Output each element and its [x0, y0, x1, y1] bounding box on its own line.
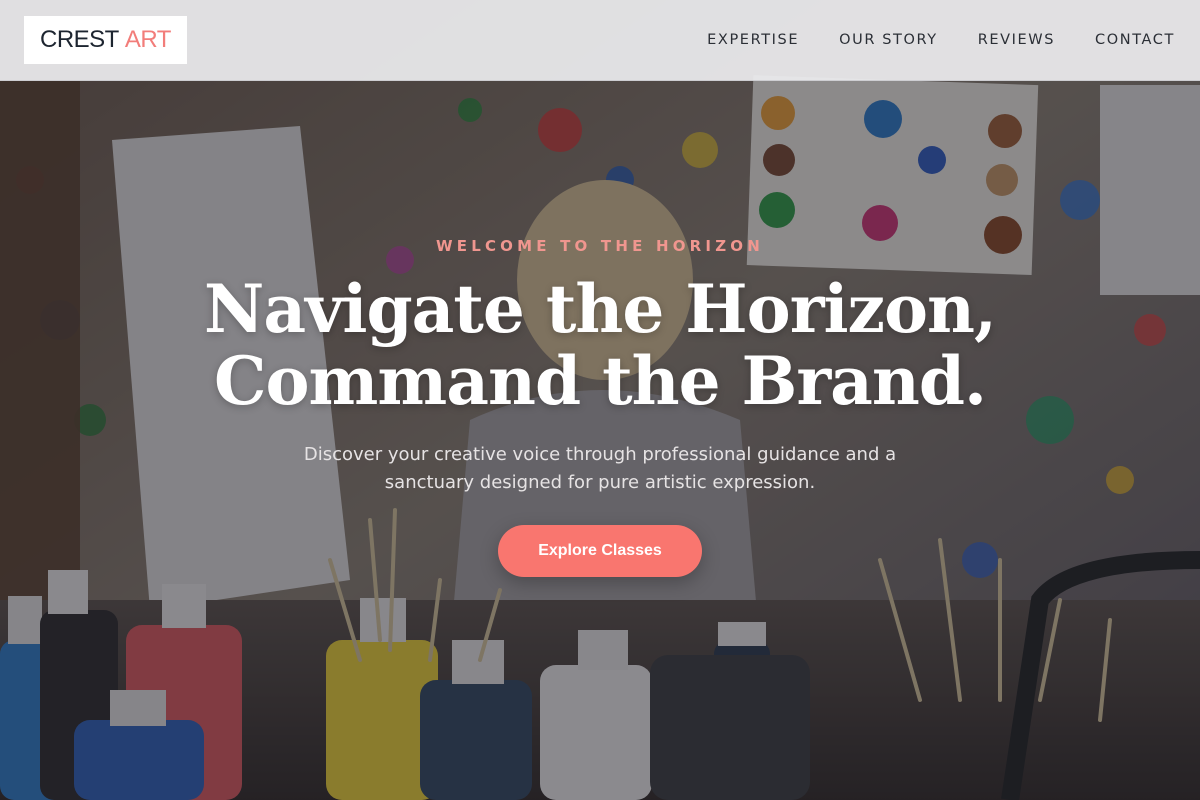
main-nav: EXPERTISE OUR STORY REVIEWS CONTACT [707, 32, 1176, 48]
hero-headline: Navigate the Horizon, Command the Brand. [203, 270, 997, 420]
explore-classes-button[interactable]: Explore Classes [498, 525, 702, 577]
hero-eyebrow: WELCOME TO THE HORIZON [436, 237, 764, 255]
hero-headline-line1: Navigate the Horizon, [203, 270, 997, 348]
hero-section: WELCOME TO THE HORIZON Navigate the Hori… [0, 237, 1200, 577]
brand-accent: ART [124, 26, 172, 53]
hero-subtext: Discover your creative voice through pro… [303, 444, 897, 493]
nav-link-reviews[interactable]: REVIEWS [978, 32, 1055, 48]
hero-headline-line2: Command the Brand. [214, 342, 987, 420]
site-header: CREST ART EXPERTISE OUR STORY REVIEWS CO… [0, 0, 1200, 81]
nav-link-our-story[interactable]: OUR STORY [839, 32, 938, 48]
brand-name: CREST [40, 26, 119, 53]
nav-link-expertise[interactable]: EXPERTISE [707, 32, 799, 48]
brand-logo[interactable]: CREST ART [24, 16, 187, 64]
nav-link-contact[interactable]: CONTACT [1095, 32, 1175, 48]
